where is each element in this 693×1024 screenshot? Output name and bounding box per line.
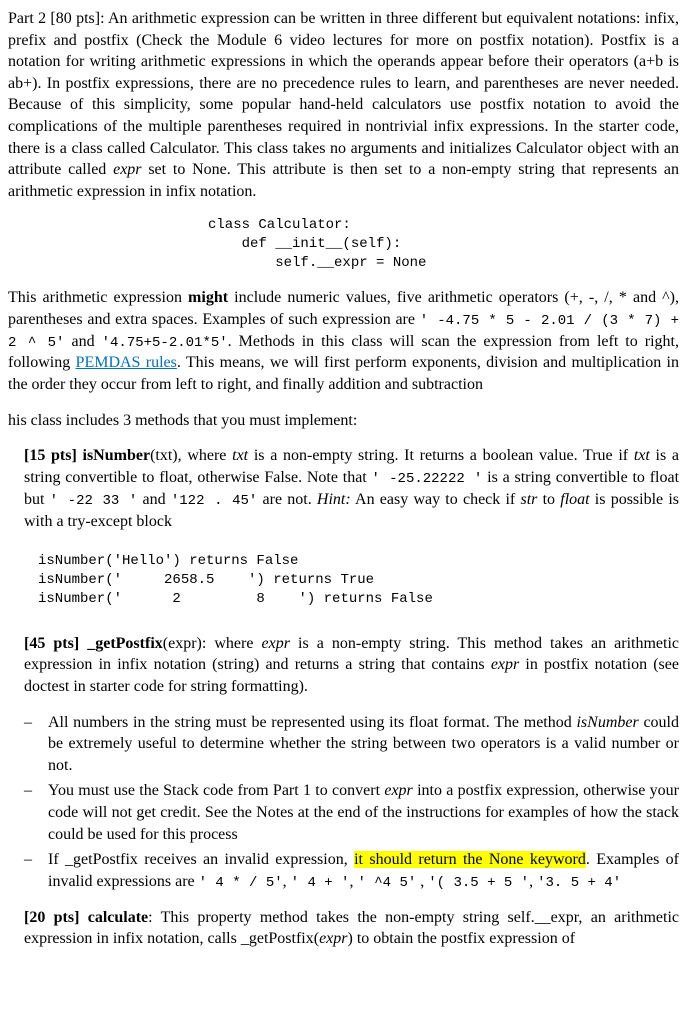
paragraph-expression-desc: This arithmetic expression might include… [8, 287, 679, 396]
highlighted-text: it should return the None keyword [354, 851, 586, 868]
paragraph-intro: Part 2 [80 pts]: An arithmetic expressio… [8, 8, 679, 202]
pemdas-link[interactable]: PEMDAS rules [76, 354, 177, 371]
bullet-item: – You must use the Stack code from Part … [24, 780, 679, 845]
method-calculate: [20 pts] calculate: This property method… [8, 907, 679, 950]
isnumber-examples: isNumber('Hello') returns False isNumber… [8, 552, 679, 609]
methods-subheading: his class includes 3 methods that you mu… [8, 410, 679, 432]
method-getpostfix: [45 pts] _getPostfix(expr): where expr i… [8, 633, 679, 698]
bullet-item: – If _getPostfix receives an invalid exp… [24, 849, 679, 892]
code-class-calculator: class Calculator: def __init__(self): se… [8, 216, 679, 273]
getpostfix-bullets: – All numbers in the string must be repr… [8, 712, 679, 893]
bullet-item: – All numbers in the string must be repr… [24, 712, 679, 777]
method-isnumber: [15 pts] isNumber(txt), where txt is a n… [8, 445, 679, 532]
